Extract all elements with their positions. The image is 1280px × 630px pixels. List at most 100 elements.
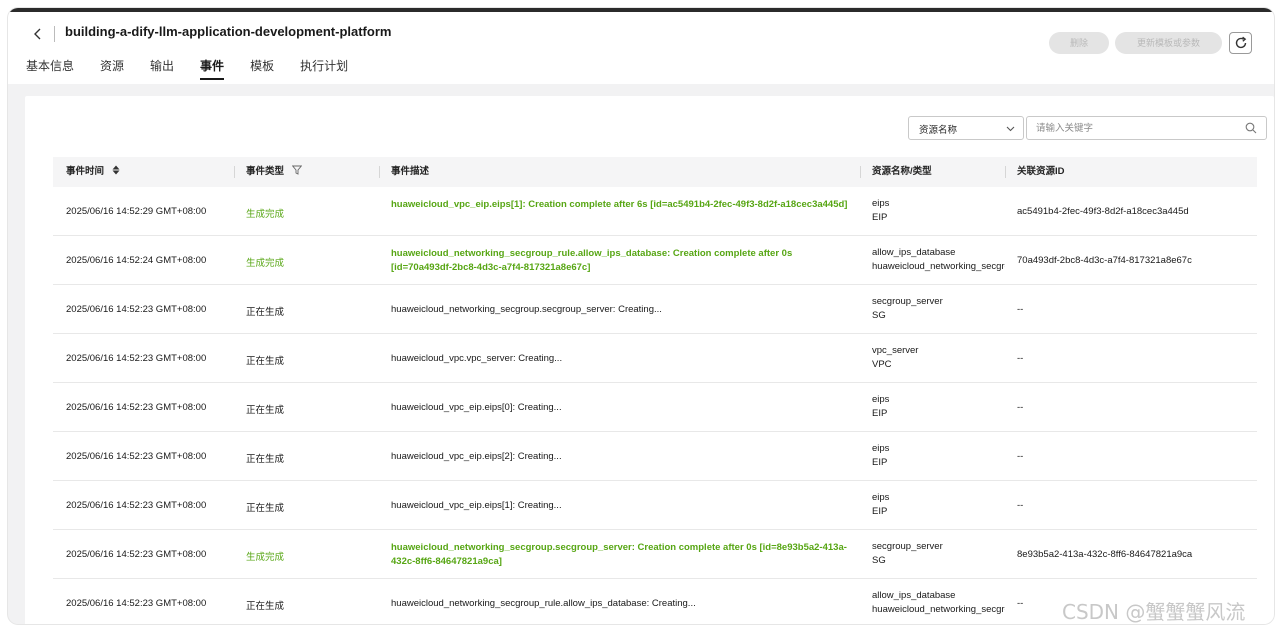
resource-id: ac5491b4-2fec-49f3-8d2f-a18cec3a445d: [1017, 206, 1189, 217]
column-divider: [379, 166, 380, 178]
resource-type: SG: [872, 555, 886, 566]
event-type: 生成完成: [246, 258, 285, 269]
table-row: 2025/06/16 14:52:23 GMT+08:00 正在生成 huawe…: [53, 383, 1257, 432]
resource-id: 8e93b5a2-413a-432c-8ff6-84647821a9ca: [1017, 549, 1193, 560]
event-time: 2025/06/16 14:52:23 GMT+08:00: [66, 549, 207, 560]
table-body: 2025/06/16 14:52:29 GMT+08:00 生成完成 huawe…: [53, 187, 1257, 624]
tab-basic-info[interactable]: 基本信息: [26, 56, 74, 84]
col-header-time[interactable]: 事件时间: [66, 157, 120, 187]
table-header: 事件时间 事件类型 事件描述 资源名称/类型 关联资源ID: [53, 157, 1257, 187]
refresh-icon: [1235, 36, 1247, 49]
table-row: 2025/06/16 14:52:23 GMT+08:00 生成完成 huawe…: [53, 530, 1257, 579]
table-row: 2025/06/16 14:52:23 GMT+08:00 正在生成 huawe…: [53, 334, 1257, 383]
resource-id: --: [1017, 598, 1024, 609]
resource-name: allow_ips_database: [872, 590, 956, 601]
event-type: 正在生成: [246, 307, 285, 318]
table-row: 2025/06/16 14:52:29 GMT+08:00 生成完成 huawe…: [53, 187, 1257, 236]
resource-name: eips: [872, 198, 890, 209]
event-description: huaweicloud_vpc_eip.eips[0]: Creating...: [391, 402, 562, 413]
resource-name: eips: [872, 492, 890, 503]
app-window: building-a-dify-llm-application-developm…: [8, 8, 1274, 624]
event-time: 2025/06/16 14:52:29 GMT+08:00: [66, 206, 207, 217]
col-header-description: 事件描述: [379, 157, 429, 187]
resource-type: VPC: [872, 359, 892, 370]
event-time: 2025/06/16 14:52:23 GMT+08:00: [66, 402, 207, 413]
title-separator: [54, 26, 55, 42]
resource-type: huaweicloud_networking_secgroup_rule: [872, 604, 1005, 615]
table-row: 2025/06/16 14:52:24 GMT+08:00 生成完成 huawe…: [53, 236, 1257, 285]
resource-id: --: [1017, 353, 1024, 364]
resource-type: EIP: [872, 408, 888, 419]
watermark: CSDN @蟹蟹蟹风流: [1062, 600, 1246, 624]
event-description: huaweicloud_networking_secgroup_rule.all…: [391, 248, 793, 273]
resource-cell: secgroup_server SG: [872, 295, 1005, 323]
resource-cell: secgroup_server SG: [872, 540, 1005, 568]
page-header: building-a-dify-llm-application-developm…: [8, 12, 1274, 84]
event-time: 2025/06/16 14:52:24 GMT+08:00: [66, 255, 207, 266]
chevron-down-icon: [1006, 126, 1015, 132]
tab-execution-plan[interactable]: 执行计划: [300, 56, 348, 84]
filter-field-select[interactable]: 资源名称: [908, 116, 1024, 140]
delete-button[interactable]: 删除: [1049, 32, 1109, 54]
resource-cell: eips EIP: [872, 197, 1005, 225]
resource-id: 70a493df-2bc8-4d3c-a7f4-817321a8e67c: [1017, 255, 1192, 266]
resource-name: eips: [872, 443, 890, 454]
resource-name: allow_ips_database: [872, 247, 956, 258]
event-time: 2025/06/16 14:52:23 GMT+08:00: [66, 353, 207, 364]
event-type: 正在生成: [246, 601, 285, 612]
resource-cell: allow_ips_database huaweicloud_networking…: [872, 589, 1005, 617]
resource-name: secgroup_server: [872, 541, 943, 552]
tab-resources[interactable]: 资源: [100, 56, 124, 84]
tab-outputs[interactable]: 输出: [150, 56, 174, 84]
resource-type: huaweicloud_networking_secgroup_rule: [872, 261, 1005, 272]
event-type: 生成完成: [246, 209, 285, 220]
event-type: 正在生成: [246, 503, 285, 514]
search-icon[interactable]: [1245, 122, 1257, 134]
sort-icon[interactable]: [112, 165, 120, 175]
resource-name: eips: [872, 394, 890, 405]
filter-icon[interactable]: [291, 165, 302, 176]
event-description: huaweicloud_vpc.vpc_server: Creating...: [391, 353, 563, 364]
resource-id: --: [1017, 304, 1024, 315]
table-row: 2025/06/16 14:52:23 GMT+08:00 正在生成 huawe…: [53, 432, 1257, 481]
event-description: huaweicloud_networking_secgroup.secgroup…: [391, 542, 847, 567]
resource-name: secgroup_server: [872, 296, 943, 307]
resource-cell: eips EIP: [872, 442, 1005, 470]
resource-id: --: [1017, 402, 1024, 413]
refresh-button[interactable]: [1229, 32, 1252, 54]
resource-id: --: [1017, 500, 1024, 511]
search-box: [1026, 116, 1267, 140]
resource-type: EIP: [872, 457, 888, 468]
event-type: 正在生成: [246, 356, 285, 367]
resource-type: EIP: [872, 212, 888, 223]
column-divider: [1005, 166, 1006, 178]
event-description: huaweicloud_vpc_eip.eips[1]: Creating...: [391, 500, 562, 511]
resource-cell: eips EIP: [872, 491, 1005, 519]
resource-cell: allow_ips_database huaweicloud_networking…: [872, 246, 1005, 274]
resource-cell: eips EIP: [872, 393, 1005, 421]
event-type: 正在生成: [246, 405, 285, 416]
event-description: huaweicloud_vpc_eip.eips[2]: Creating...: [391, 451, 562, 462]
tab-events[interactable]: 事件: [200, 56, 225, 84]
event-time: 2025/06/16 14:52:23 GMT+08:00: [66, 598, 207, 609]
back-button[interactable]: [30, 26, 46, 42]
column-divider: [234, 166, 235, 178]
table-row: 2025/06/16 14:52:23 GMT+08:00 正在生成 huawe…: [53, 285, 1257, 334]
col-header-resource-id: 关联资源ID: [1005, 157, 1065, 187]
event-description: huaweicloud_networking_secgroup_rule.all…: [391, 598, 696, 609]
event-time: 2025/06/16 14:52:23 GMT+08:00: [66, 451, 207, 462]
event-description: huaweicloud_networking_secgroup.secgroup…: [391, 304, 662, 315]
event-type: 生成完成: [246, 552, 285, 563]
resource-id: --: [1017, 451, 1024, 462]
tab-bar: 基本信息 资源 输出 事件 模板 执行计划: [26, 56, 374, 84]
tab-template[interactable]: 模板: [250, 56, 274, 84]
resource-name: vpc_server: [872, 345, 919, 356]
filter-select-value: 资源名称: [919, 125, 958, 136]
column-divider: [860, 166, 861, 178]
resource-type: EIP: [872, 506, 888, 517]
search-input[interactable]: [1036, 120, 1236, 136]
col-header-type[interactable]: 事件类型: [234, 157, 302, 187]
update-template-button[interactable]: 更新模板或参数: [1115, 32, 1222, 54]
event-time: 2025/06/16 14:52:23 GMT+08:00: [66, 500, 207, 511]
page-title: building-a-dify-llm-application-developm…: [65, 24, 392, 39]
